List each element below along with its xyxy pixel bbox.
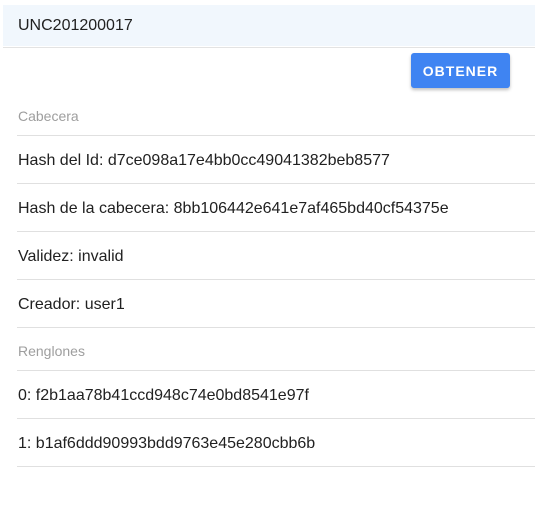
divider — [17, 466, 535, 467]
divider — [17, 327, 535, 328]
list-item-hash-cabecera: Hash de la cabecera: 8bb106442e641e7af46… — [18, 200, 449, 217]
obtener-button[interactable]: OBTENER — [411, 53, 510, 88]
search-field[interactable] — [3, 5, 535, 46]
search-input[interactable] — [18, 5, 528, 46]
list-item-hash-id: Hash del Id: d7ce098a17e4bb0cc49041382be… — [18, 152, 390, 169]
divider — [17, 418, 535, 419]
divider — [17, 135, 535, 136]
list-item-renglon-0: 0: f2b1aa78b41ccd948c74e0bd8541e97f — [18, 387, 309, 404]
renglones-subheader: Renglones — [18, 343, 85, 359]
cabecera-subheader: Cabecera — [18, 108, 79, 124]
divider — [17, 231, 535, 232]
divider — [17, 370, 535, 371]
divider — [17, 279, 535, 280]
list-item-renglon-1: 1: b1af6ddd90993bdd9763e45e280cbb6b — [18, 435, 316, 452]
page: OBTENER Cabecera Hash del Id: d7ce098a17… — [0, 0, 535, 511]
divider — [17, 183, 535, 184]
list-item-creador: Creador: user1 — [18, 296, 125, 313]
search-underline — [3, 47, 535, 48]
list-item-validez: Validez: invalid — [18, 248, 124, 265]
